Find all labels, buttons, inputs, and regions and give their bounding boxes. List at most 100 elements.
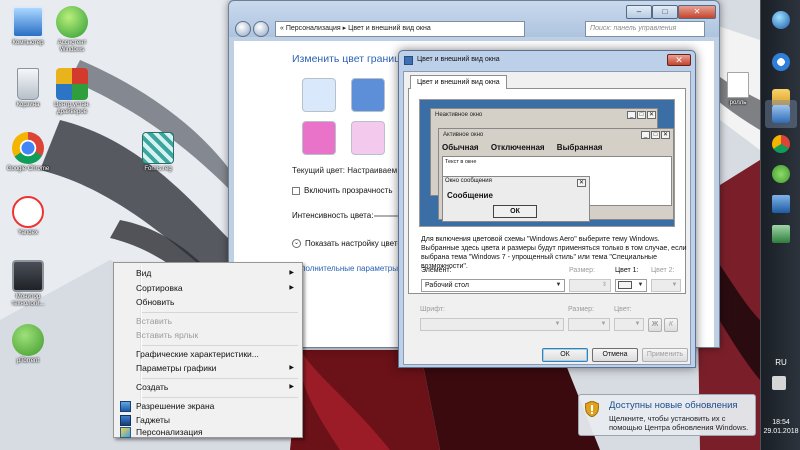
menu-item-personalization[interactable]: Персонализация <box>116 425 300 440</box>
font-color-picker[interactable]: ▼ <box>614 318 644 331</box>
bold-button[interactable]: Ж <box>648 318 662 332</box>
desktop-icon-yandex[interactable]: Yandex <box>2 196 54 237</box>
color1-picker[interactable]: ▼ <box>615 279 647 292</box>
chevron-down-icon: ▼ <box>634 321 641 327</box>
tray-flag[interactable] <box>765 374 797 394</box>
menu-item-paste[interactable]: Вставить <box>116 314 300 329</box>
menu-item-view[interactable]: Вид ▶ <box>116 266 300 281</box>
start-button[interactable] <box>765 6 797 34</box>
color-mixer-toggle[interactable]: ⌄ Показать настройку цветов <box>292 239 406 249</box>
update-notification[interactable]: Доступны новые обновления Щелкните, чтоб… <box>578 394 756 436</box>
transparency-option[interactable]: Включить прозрачность <box>292 186 393 195</box>
apply-button[interactable]: Применить <box>642 348 688 362</box>
menu-item-refresh[interactable]: Обновить <box>116 295 300 310</box>
desktop-icon-driver-center[interactable]: Центр устан. драйверов <box>46 68 98 116</box>
menu-item-label: Вид <box>136 268 152 278</box>
dialog-app-icon <box>404 56 413 65</box>
desktop-icon-forms-reg[interactable]: Forms.reg <box>132 132 184 173</box>
appearance-preview[interactable]: Неактивное окно _ □ ✕ Активное окно _ □ … <box>419 99 675 227</box>
clock-date: 29.01.2018 <box>763 428 799 435</box>
ok-button[interactable]: ОК <box>542 348 588 362</box>
desktop-icon-chrome[interactable]: Google Chrome <box>2 132 54 173</box>
desktop-context-menu[interactable]: Вид ▶ Сортировка ▶ Обновить Вставить Вст… <box>113 262 303 438</box>
dialog-close-button[interactable]: ✕ <box>667 54 691 66</box>
minimize-button[interactable]: – <box>626 5 652 19</box>
chevron-down-icon: ▼ <box>600 321 607 327</box>
maximize-icon: □ <box>651 131 660 139</box>
desktop-icon-label: ролль <box>729 100 747 106</box>
font-size-select[interactable]: ▼ <box>568 318 610 331</box>
windows-update-shield-icon <box>585 401 599 417</box>
size-label: Размер: <box>569 267 596 274</box>
back-button[interactable] <box>235 21 251 37</box>
language-indicator[interactable]: RU <box>761 358 800 367</box>
font-color-label: Цвет: <box>614 306 632 313</box>
font-select[interactable]: ▼ <box>420 318 564 331</box>
taskbar-utorrent[interactable] <box>765 160 797 188</box>
transparency-checkbox[interactable] <box>292 186 300 195</box>
registry-file-icon <box>142 132 174 164</box>
preview-message-box[interactable]: Окно сообщения ✕ Сообщение ОК <box>442 176 590 222</box>
address-bar[interactable]: « Персонализация ▸ Цвет и внешний вид ок… <box>275 21 525 37</box>
forward-button[interactable] <box>253 21 269 37</box>
element-select[interactable]: Рабочий стол ▼ <box>421 279 565 292</box>
menu-item-screen-resolution[interactable]: Разрешение экрана <box>116 399 300 414</box>
cancel-button[interactable]: Отмена <box>592 348 638 362</box>
desktop-icon-label: Google Chrome <box>6 166 50 172</box>
search-input[interactable]: Поиск: панель управления <box>585 21 705 37</box>
color2-picker[interactable]: ▼ <box>651 279 681 292</box>
chevron-down-icon: ▼ <box>554 321 561 327</box>
close-button[interactable]: ✕ <box>678 5 716 19</box>
italic-button[interactable]: К <box>664 318 678 332</box>
utorrent-icon <box>12 324 44 356</box>
menu-item-label: Вставить <box>136 316 173 326</box>
desktop-icon-label: µTorrent <box>16 358 40 364</box>
menu-item-graphics-properties[interactable]: Графические характеристики... <box>116 347 300 362</box>
desktop-icon-label: Центр устан. драйверов <box>54 102 90 115</box>
window-appearance-dialog[interactable]: Цвет и внешний вид окна ✕ Цвет и внешний… <box>398 50 696 368</box>
color-swatch-blush[interactable] <box>351 121 385 155</box>
menu-item-new[interactable]: Создать ▶ <box>116 380 300 395</box>
menu-item-sort[interactable]: Сортировка ▶ <box>116 281 300 296</box>
desktop-icon-label: Yandex <box>18 230 38 236</box>
preview-ok-button[interactable]: ОК <box>493 205 537 218</box>
taskbar-display[interactable] <box>765 190 797 218</box>
breadcrumb-window-color[interactable]: Цвет и внешний вид окна <box>348 25 431 32</box>
taskbar-monitor[interactable] <box>765 220 797 248</box>
submenu-arrow-icon: ▶ <box>289 285 294 291</box>
font-label: Шрифт: <box>420 306 445 313</box>
aero-info-text: Для включения цветовой схемы "Windows Ae… <box>421 236 687 270</box>
maximize-button[interactable]: □ <box>652 5 678 19</box>
preview-menu-disabled[interactable]: Отключенная <box>491 143 545 152</box>
chevron-down-icon: ▼ <box>637 282 644 288</box>
monitor-icon <box>772 225 790 243</box>
desktop-icon-monitor-tech[interactable]: Монитор технологи... <box>2 260 54 308</box>
advanced-appearance-link[interactable]: дополнительные параметры о <box>292 264 405 273</box>
taskbar-control-panel[interactable] <box>765 100 797 128</box>
desktop-icon-partial[interactable]: ролль <box>718 72 758 107</box>
windows-assistant-icon <box>56 6 88 38</box>
clock[interactable]: 18:54 29.01.2018 <box>761 418 800 436</box>
preview-menu-normal[interactable]: Обычная <box>442 143 479 152</box>
monitor-icon <box>12 260 44 292</box>
color-swatch-twilight[interactable] <box>351 78 385 112</box>
color1-swatch <box>618 281 632 290</box>
taskbar-chrome[interactable] <box>765 130 797 158</box>
menu-item-label: Разрешение экрана <box>136 401 215 411</box>
color-swatch-fuchsia[interactable] <box>302 121 336 155</box>
color-swatch-sky[interactable] <box>302 78 336 112</box>
breadcrumb-personalization[interactable]: Персонализация <box>286 25 341 32</box>
menu-item-graphics-options[interactable]: Параметры графики ▶ <box>116 361 300 376</box>
tab-window-color[interactable]: Цвет и внешний вид окна <box>410 75 507 89</box>
action-center-flag-icon <box>772 376 786 390</box>
preview-message-title: Окно сообщения <box>445 178 492 184</box>
desktop-icon-windows-assistant[interactable]: Ассистент Windows <box>46 6 98 54</box>
submenu-arrow-icon: ▶ <box>289 365 294 371</box>
preview-menu-selected[interactable]: Выбранная <box>557 143 603 152</box>
desktop-icon-utorrent[interactable]: µTorrent <box>2 324 54 365</box>
control-panel-icon <box>772 105 790 123</box>
menu-item-paste-shortcut[interactable]: Вставить ярлык <box>116 328 300 343</box>
taskbar-ie[interactable] <box>765 48 797 76</box>
personalization-icon <box>120 427 131 438</box>
size-spinner[interactable]: ⇕ <box>569 279 611 292</box>
